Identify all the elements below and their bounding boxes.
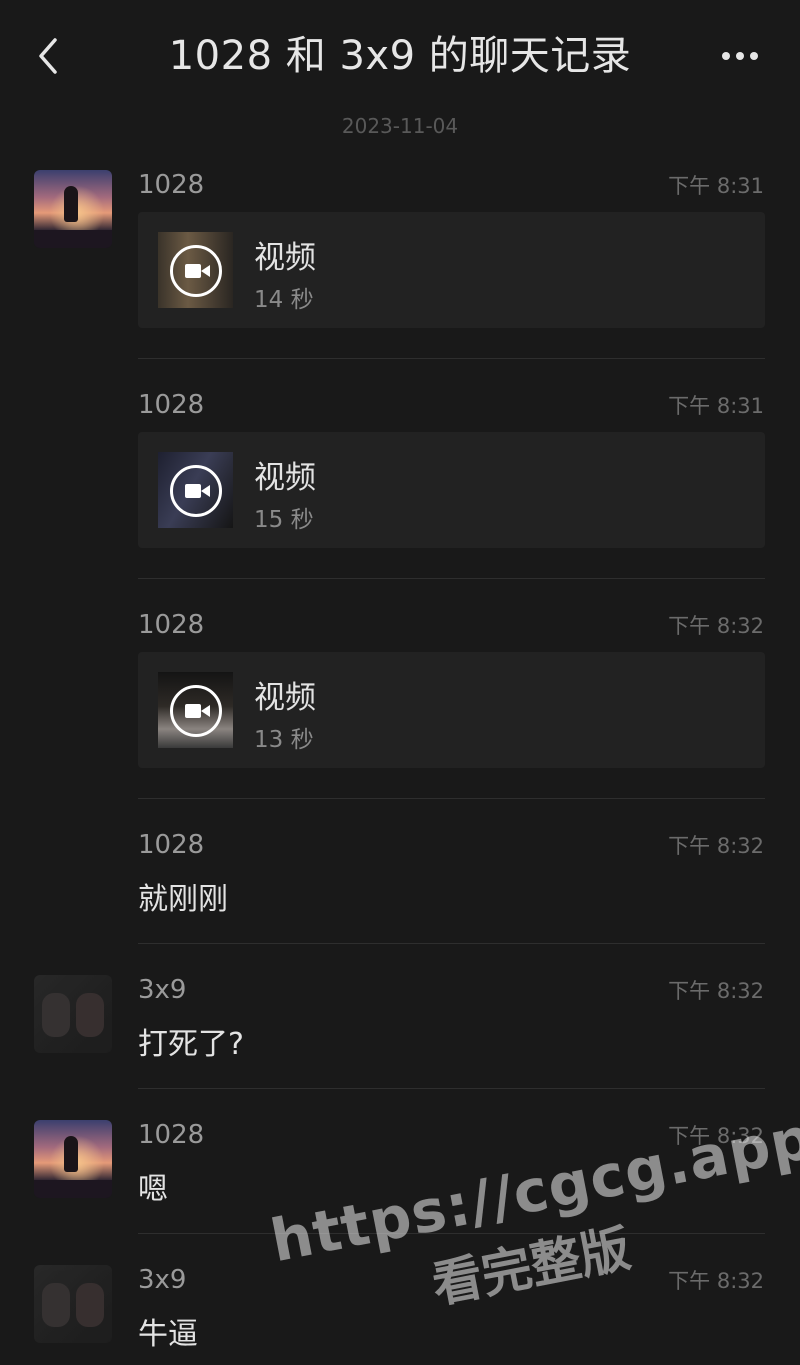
- date-separator: 2023-11-04: [341, 114, 459, 138]
- more-icon: [719, 52, 761, 60]
- watermark: https://cgcg.app 看完整版: [250, 1023, 800, 1356]
- sender-name: 1028: [138, 390, 205, 420]
- message-time: 下午 8:31: [668, 174, 764, 198]
- sender-name: 3x9: [138, 1265, 187, 1295]
- divider: [138, 798, 765, 799]
- video-duration: 14 秒: [254, 287, 314, 313]
- watermark-subtitle: 看完整版: [427, 1219, 635, 1315]
- video-duration: 15 秒: [254, 507, 314, 533]
- video-duration: 13 秒: [254, 727, 314, 753]
- message-text: 嗯: [138, 1172, 168, 1207]
- video-label: 视频: [254, 460, 316, 496]
- sender-name: 3x9: [138, 975, 187, 1005]
- video-camera-icon: [170, 245, 222, 297]
- video-message-card[interactable]: 视频 15 秒: [138, 432, 765, 548]
- video-label: 视频: [254, 680, 316, 716]
- divider: [138, 943, 765, 944]
- video-thumbnail: [158, 452, 233, 528]
- avatar[interactable]: [34, 975, 112, 1053]
- more-options-button[interactable]: [712, 36, 768, 76]
- avatar[interactable]: [34, 1120, 112, 1198]
- video-thumbnail: [158, 672, 233, 748]
- video-label: 视频: [254, 240, 316, 276]
- message-time: 下午 8:32: [668, 614, 764, 638]
- divider: [138, 358, 765, 359]
- sender-name: 1028: [138, 170, 205, 200]
- message-time: 下午 8:32: [668, 1124, 764, 1148]
- message-text: 打死了?: [138, 1027, 244, 1062]
- message-text: 牛逼: [138, 1317, 198, 1352]
- header: 1028 和 3x9 的聊天记录: [0, 0, 800, 110]
- message-time: 下午 8:32: [668, 834, 764, 858]
- video-thumbnail: [158, 232, 233, 308]
- message-time: 下午 8:32: [668, 979, 764, 1003]
- message-text: 就刚刚: [138, 882, 228, 917]
- video-message-card[interactable]: 视频 14 秒: [138, 212, 765, 328]
- page-title: 1028 和 3x9 的聊天记录: [168, 33, 632, 79]
- divider: [138, 1233, 765, 1234]
- sender-name: 1028: [138, 830, 205, 860]
- video-camera-icon: [170, 685, 222, 737]
- avatar[interactable]: [34, 1265, 112, 1343]
- message-time: 下午 8:31: [668, 394, 764, 418]
- sender-name: 1028: [138, 610, 205, 640]
- avatar[interactable]: [34, 170, 112, 248]
- sender-name: 1028: [138, 1120, 205, 1150]
- message-time: 下午 8:32: [668, 1269, 764, 1293]
- video-camera-icon: [170, 465, 222, 517]
- video-message-card[interactable]: 视频 13 秒: [138, 652, 765, 768]
- divider: [138, 1088, 765, 1089]
- chat-history-page: 1028 和 3x9 的聊天记录 2023-11-04 1028 下午 8:31…: [0, 0, 800, 1365]
- divider: [138, 578, 765, 579]
